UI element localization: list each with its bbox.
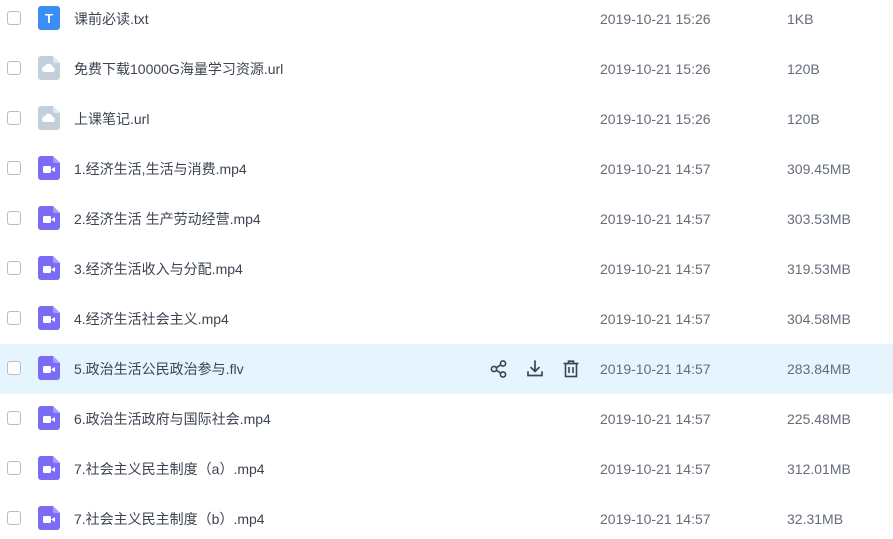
file-row[interactable]: 1.经济生活,生活与消费.mp4 2019-10-21 14:57 309.45MB (0, 144, 893, 194)
file-name[interactable]: 课前必读.txt (74, 0, 149, 44)
file-date: 2019-10-21 14:57 (600, 261, 711, 277)
video-file-icon (38, 256, 60, 280)
video-file-icon (38, 356, 60, 380)
row-checkbox[interactable] (7, 161, 21, 175)
file-name[interactable]: 1.经济生活,生活与消费.mp4 (74, 144, 247, 194)
row-checkbox[interactable] (7, 111, 21, 125)
file-size: 225.48MB (787, 411, 851, 427)
url-file-icon (38, 56, 60, 80)
video-file-icon (38, 206, 60, 230)
url-file-icon (38, 106, 60, 130)
file-list: T 课前必读.txt 2019-10-21 15:26 1KB 免费下载10000G海量… (0, 0, 893, 539)
video-file-icon (38, 506, 60, 530)
txt-icon-letter: T (45, 11, 53, 26)
file-name[interactable]: 7.社会主义民主制度（b）.mp4 (74, 494, 265, 539)
row-checkbox[interactable] (7, 411, 21, 425)
file-name[interactable]: 3.经济生活收入与分配.mp4 (74, 244, 243, 294)
file-row[interactable]: 4.经济生活社会主义.mp4 2019-10-21 14:57 304.58MB (0, 294, 893, 344)
file-row[interactable]: 5.政治生活公民政治参与.flv 2019-10-21 14:57 283.84MB (0, 344, 893, 394)
file-date: 2019-10-21 14:57 (600, 161, 711, 177)
row-checkbox[interactable] (7, 11, 21, 25)
file-row[interactable]: 2.经济生活 生产劳动经营.mp4 2019-10-21 14:57 303.53M… (0, 194, 893, 244)
download-icon[interactable] (524, 358, 546, 380)
file-row[interactable]: 上课笔记.url 2019-10-21 15:26 120B (0, 94, 893, 144)
row-checkbox[interactable] (7, 461, 21, 475)
file-name[interactable]: 免费下载10000G海量学习资源.url (74, 44, 283, 94)
file-size: 304.58MB (787, 311, 851, 327)
video-file-icon (38, 306, 60, 330)
file-row[interactable]: 6.政治生活政府与国际社会.mp4 2019-10-21 14:57 225.48M… (0, 394, 893, 444)
video-file-icon (38, 156, 60, 180)
row-actions (488, 358, 582, 380)
file-row[interactable]: 免费下载10000G海量学习资源.url 2019-10-21 15:26 120B (0, 44, 893, 94)
file-size: 309.45MB (787, 161, 851, 177)
file-size: 312.01MB (787, 461, 851, 477)
file-name[interactable]: 5.政治生活公民政治参与.flv (74, 344, 244, 394)
file-size: 283.84MB (787, 361, 851, 377)
video-file-icon (38, 456, 60, 480)
row-checkbox[interactable] (7, 261, 21, 275)
file-name[interactable]: 上课笔记.url (74, 94, 149, 144)
txt-file-icon: T (38, 6, 60, 30)
file-date: 2019-10-21 14:57 (600, 311, 711, 327)
row-checkbox[interactable] (7, 211, 21, 225)
video-file-icon (38, 406, 60, 430)
file-row[interactable]: T 课前必读.txt 2019-10-21 15:26 1KB (0, 0, 893, 44)
row-checkbox[interactable] (7, 311, 21, 325)
file-size: 303.53MB (787, 211, 851, 227)
file-name[interactable]: 4.经济生活社会主义.mp4 (74, 294, 229, 344)
file-name[interactable]: 6.政治生活政府与国际社会.mp4 (74, 394, 271, 444)
row-checkbox[interactable] (7, 61, 21, 75)
delete-icon[interactable] (560, 358, 582, 380)
file-date: 2019-10-21 15:26 (600, 111, 711, 127)
file-size: 1KB (787, 11, 814, 27)
file-size: 120B (787, 111, 820, 127)
file-date: 2019-10-21 14:57 (600, 211, 711, 227)
file-name[interactable]: 2.经济生活 生产劳动经营.mp4 (74, 194, 261, 244)
file-size: 319.53MB (787, 261, 851, 277)
file-date: 2019-10-21 15:26 (600, 11, 711, 27)
row-checkbox[interactable] (7, 511, 21, 525)
file-size: 120B (787, 61, 820, 77)
file-date: 2019-10-21 14:57 (600, 511, 711, 527)
share-icon[interactable] (488, 358, 510, 380)
file-row[interactable]: 3.经济生活收入与分配.mp4 2019-10-21 14:57 319.53MB (0, 244, 893, 294)
file-size: 32.31MB (787, 511, 844, 527)
file-date: 2019-10-21 14:57 (600, 411, 711, 427)
file-date: 2019-10-21 14:57 (600, 361, 711, 377)
file-name[interactable]: 7.社会主义民主制度（a）.mp4 (74, 444, 265, 494)
file-date: 2019-10-21 15:26 (600, 61, 711, 77)
file-row[interactable]: 7.社会主义民主制度（a）.mp4 2019-10-21 14:57 312.01M… (0, 444, 893, 494)
row-checkbox[interactable] (7, 361, 21, 375)
file-date: 2019-10-21 14:57 (600, 461, 711, 477)
file-row[interactable]: 7.社会主义民主制度（b）.mp4 2019-10-21 14:57 32.31MB (0, 494, 893, 539)
